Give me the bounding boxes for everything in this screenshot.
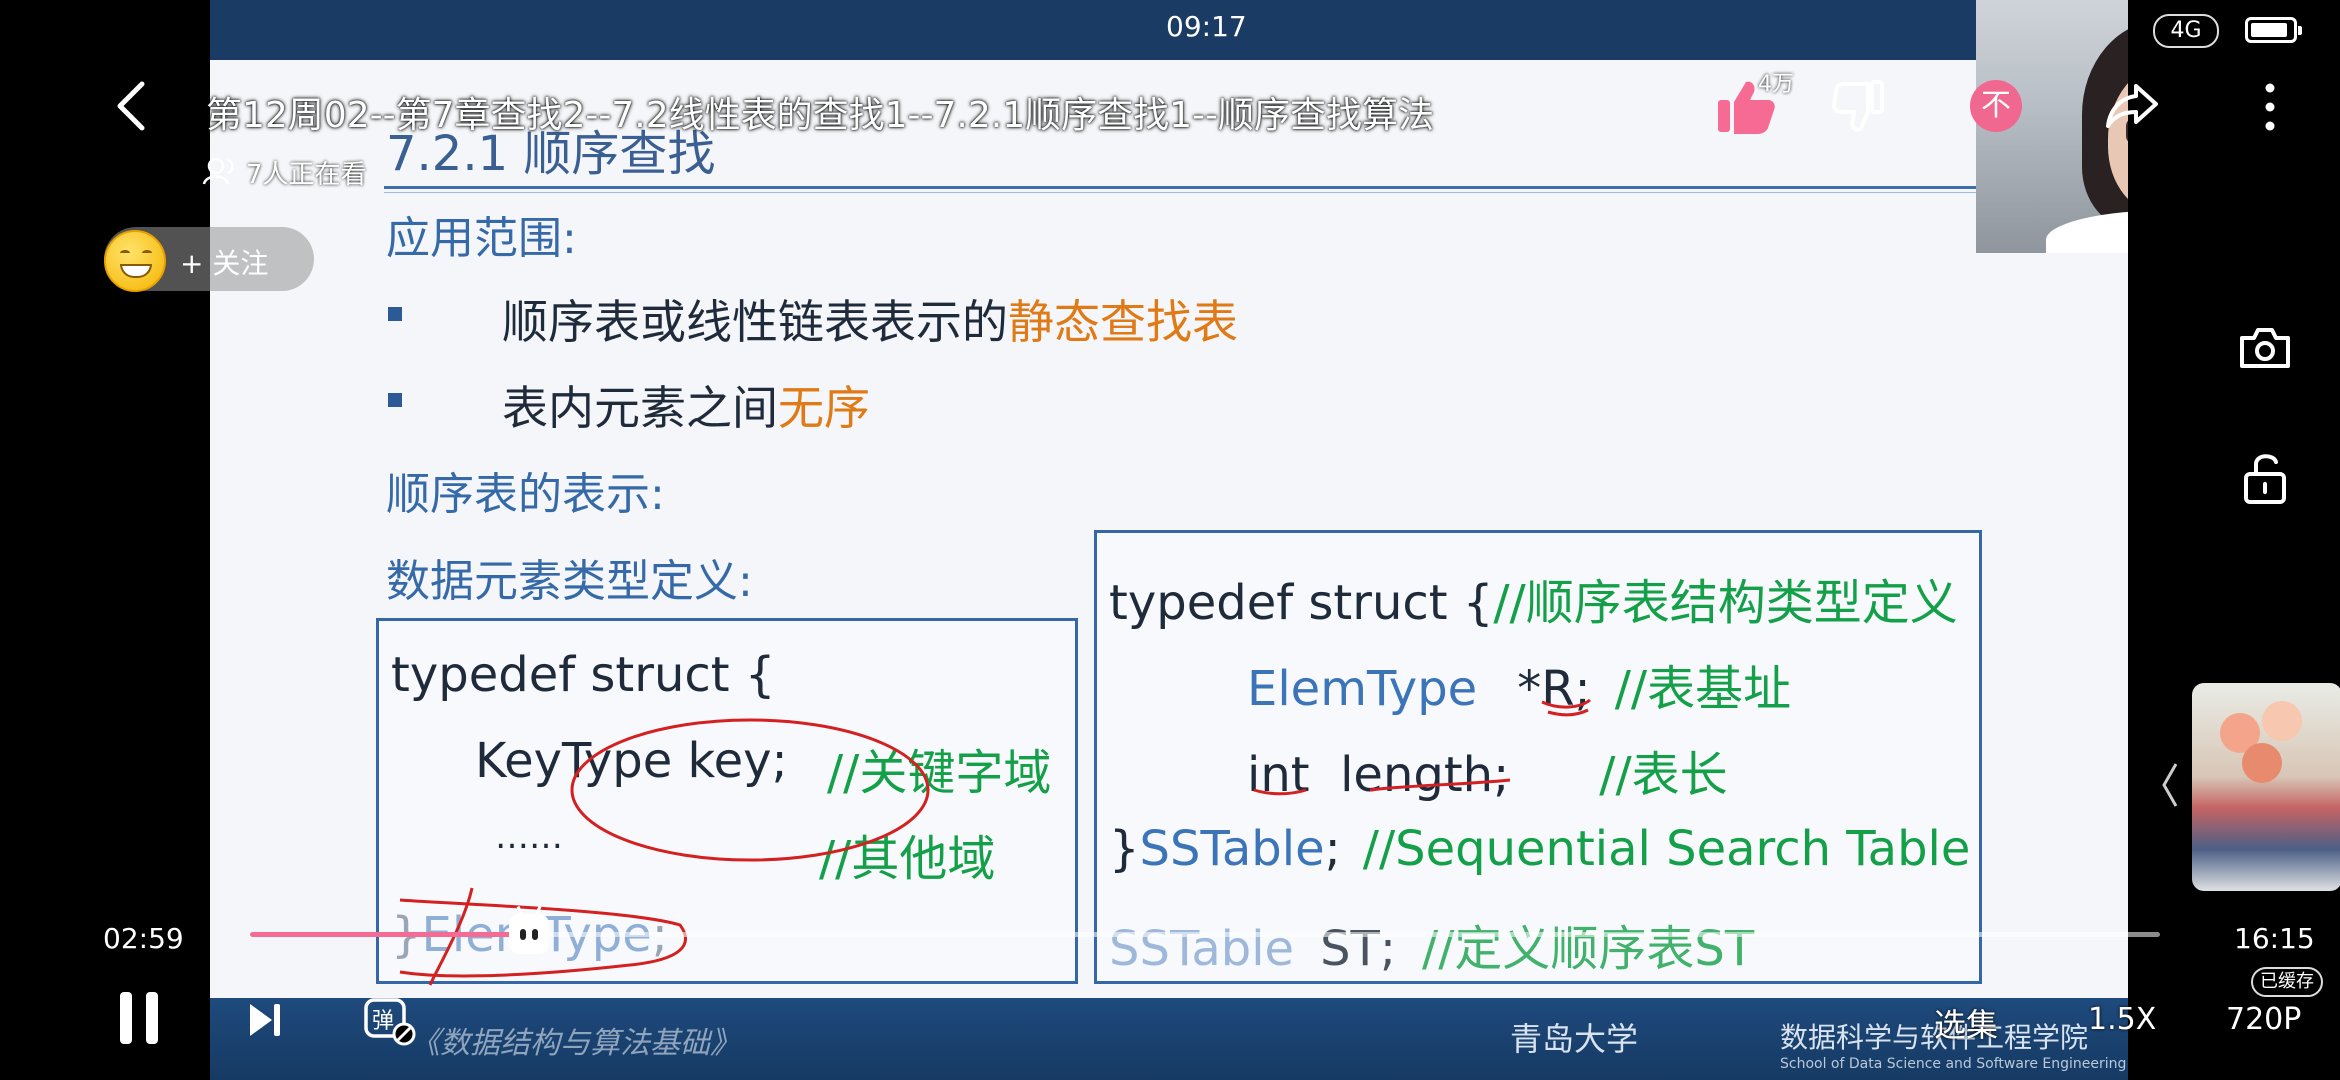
total-time: 16:15 [2234, 922, 2315, 955]
status-time: 09:17 [1166, 10, 1247, 43]
screen-lock-icon[interactable] [2242, 450, 2288, 506]
current-time: 02:59 [103, 922, 184, 955]
follow-button[interactable]: + 关注 [180, 242, 268, 282]
pause-icon[interactable] [116, 990, 162, 1046]
coin-icon[interactable]: 不 [1970, 80, 2022, 132]
svg-text:弹: 弹 [372, 1009, 394, 1034]
dislike-icon[interactable] [1830, 78, 1886, 134]
progress-handle-icon[interactable] [508, 905, 549, 954]
speed-button[interactable]: 1.5X [2088, 1002, 2156, 1037]
share-icon[interactable] [2104, 82, 2160, 130]
progress-played [250, 932, 529, 937]
progress-bar[interactable] [250, 905, 2160, 954]
viewers-icon [202, 157, 234, 185]
more-icon[interactable] [2262, 82, 2278, 132]
next-episode-icon[interactable] [246, 1000, 286, 1040]
battery-icon [2245, 17, 2302, 43]
network-badge: 4G [2153, 14, 2219, 48]
recommended-video-thumbnail[interactable] [2192, 683, 2340, 891]
course-name: 《数据结构与算法基础》 [410, 1026, 740, 1061]
viewers-count: 7人正在看 [246, 160, 367, 190]
episodes-button[interactable]: 选集 [1934, 1000, 1998, 1046]
danmaku-toggle-icon[interactable]: 弹 [362, 994, 418, 1046]
uploader-avatar[interactable] [104, 230, 166, 292]
university-name: 青岛大学 [1510, 1020, 1639, 1058]
like-count: 4万 [1758, 72, 1794, 97]
screenshot-camera-icon[interactable] [2238, 326, 2292, 370]
video-frame[interactable]: 7.2.1 顺序查找 应用范围: 顺序表或线性链表表示的静态查找表 表内元素之间… [210, 0, 2128, 1080]
cached-badge: 已缓存 [2251, 967, 2323, 997]
back-arrow-icon[interactable] [112, 80, 152, 132]
quality-button[interactable]: 720P [2226, 1002, 2301, 1037]
handwritten-annotations [399, 698, 1591, 986]
video-title: 第12周02--第7章查找2--7.2线性表的查找1--7.2.1顺序查找1--… [206, 95, 1435, 136]
school-name-en: School of Data Science and Software Engi… [1780, 1056, 2127, 1072]
panel-collapse-icon[interactable] [2158, 760, 2180, 810]
